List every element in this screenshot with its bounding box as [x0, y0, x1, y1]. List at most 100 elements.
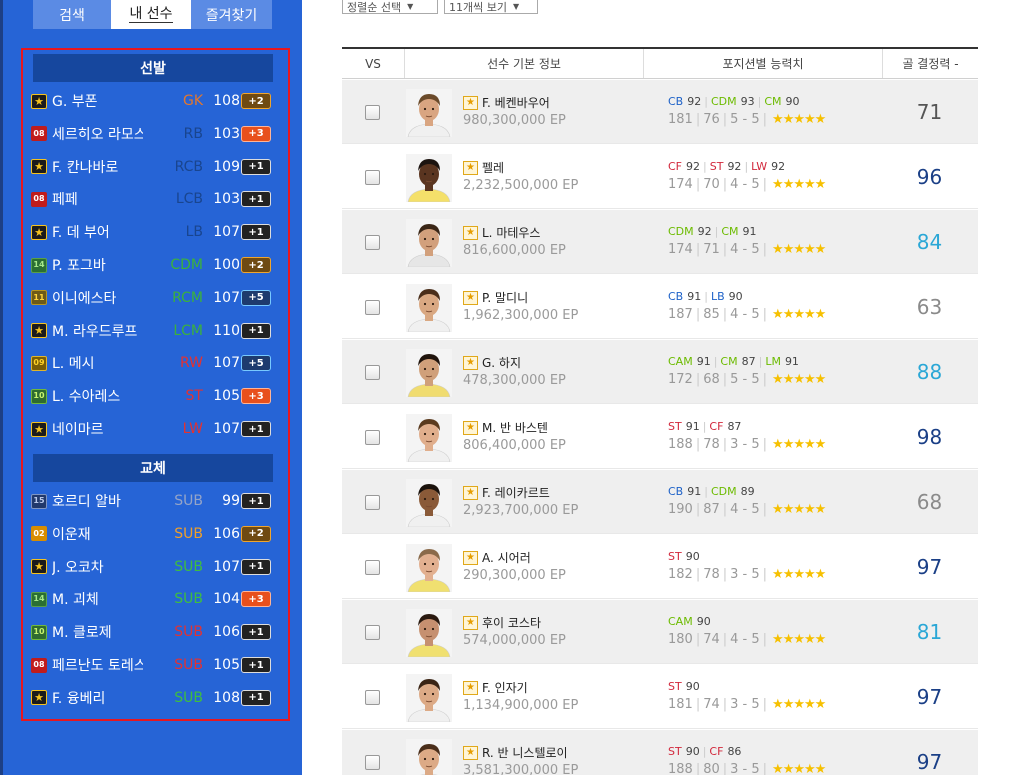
divider: | — [722, 502, 728, 517]
table-row[interactable]: ★ A. 시어러 290,300,000 EP ST 90 182 | 78 | 3 - 5 | ★★… — [342, 535, 978, 599]
star-icon: ★ — [463, 225, 478, 240]
player-price: 816,600,000 EP — [463, 243, 566, 258]
player-name-line[interactable]: ★ A. 시어러 — [463, 549, 566, 566]
chevron-down-icon: ▼ — [407, 2, 414, 11]
table-row[interactable]: ★ R. 반 니스텔로이 3,581,300,000 EP ST 90 | CF 86 188 |… — [342, 730, 978, 775]
tab-favorites[interactable]: 즐겨찾기 — [191, 0, 272, 29]
squad-player-row[interactable]: ★ F. 데 부어 LB 107 +1 — [31, 221, 271, 243]
squad-player-row[interactable]: ★ F. 칸나바로 RCB 109 +1 — [31, 156, 271, 178]
table-row[interactable]: ★ 후이 코스타 574,000,000 EP CAM 90 180 | 74 | 4 - 5 | ★… — [342, 600, 978, 664]
chevron-down-icon: ▼ — [512, 2, 520, 11]
squad-player-row[interactable]: 02 이운재 SUB 106 +2 — [31, 523, 271, 545]
player-name-line[interactable]: ★ 후이 코스타 — [463, 614, 566, 631]
squad-player-row[interactable]: ★ M. 라우드루프 LCM 110 +1 — [31, 320, 271, 342]
sort-select[interactable]: 정렬순 선택 ▼ — [342, 0, 438, 14]
squad-player-row[interactable]: 09 L. 메시 RW 107 +5 — [31, 352, 271, 374]
squad-player-row[interactable]: 10 L. 수아레스 ST 105 +3 — [31, 385, 271, 407]
star-rating-icon: ★★★★★ — [772, 372, 826, 387]
player-name-line[interactable]: ★ P. 말디니 — [463, 289, 578, 306]
position-rating: 91 — [687, 485, 702, 498]
upgrade-badge: +2 — [241, 525, 271, 542]
compare-checkbox[interactable] — [365, 560, 380, 575]
table-row[interactable]: ★ F. 레이카르트 2,923,700,000 EP CB 91 | CDM 89 190 | 8… — [342, 470, 978, 534]
squad-player-row[interactable]: 10 M. 클로제 SUB 106 +1 — [31, 621, 271, 643]
skill-weakfoot: 5 - 5 — [730, 112, 760, 127]
skill-weakfoot: 4 - 5 — [730, 502, 760, 517]
divider: | — [695, 762, 701, 775]
squad-player-row[interactable]: 08 페페 LCB 103 +1 — [31, 188, 271, 210]
compare-checkbox[interactable] — [365, 105, 380, 120]
position-rating: 93 — [740, 95, 755, 108]
divider: | — [704, 290, 708, 303]
table-row[interactable]: ★ F. 인자기 1,134,900,000 EP ST 90 181 | 74 | 3 - 5 |… — [342, 665, 978, 729]
compare-checkbox[interactable] — [365, 430, 380, 445]
tab-search[interactable]: 검색 — [33, 0, 111, 29]
squad-player-row[interactable]: ★ F. 융베리 SUB 108 +1 — [31, 687, 271, 709]
compare-checkbox[interactable] — [365, 235, 380, 250]
header-finishing[interactable]: 골 결정력 - — [883, 49, 978, 78]
squad-player-row[interactable]: 15 호르디 알바 SUB 99 +1 — [31, 490, 271, 512]
divider: | — [762, 177, 768, 192]
player-name: F. 인자기 — [482, 681, 528, 695]
season-badge: 14 — [31, 591, 47, 607]
position-code: CM — [764, 95, 782, 108]
header-position-stats: 포지션별 능력치 — [644, 49, 883, 78]
squad-player-row[interactable]: 14 P. 포그바 CDM 100 +2 — [31, 254, 271, 276]
player-ovr: 105 — [213, 388, 240, 405]
squad-player-row[interactable]: ★ 네이마르 LW 107 +1 — [31, 418, 271, 440]
divider: | — [762, 112, 768, 127]
player-basic-info: ★ F. 레이카르트 2,923,700,000 EP — [463, 484, 578, 518]
upgrade-badge: +1 — [241, 558, 271, 575]
player-name-line[interactable]: ★ F. 베켄바우어 — [463, 94, 566, 111]
table-row[interactable]: ★ M. 반 바스텐 806,400,000 EP ST 91 | CF 87 188 | 78 | 3… — [342, 405, 978, 469]
player-name-line[interactable]: ★ R. 반 니스텔로이 — [463, 744, 578, 761]
squad-player-row[interactable]: 11 이니에스타 RCM 107 +5 — [31, 287, 271, 309]
player-name-line[interactable]: ★ F. 인자기 — [463, 679, 578, 696]
skill-weakfoot: 3 - 5 — [730, 762, 760, 775]
compare-checkbox[interactable] — [365, 690, 380, 705]
count-select[interactable]: 11개씩 보기 ▼ — [444, 0, 538, 14]
divider: | — [722, 762, 728, 775]
position-stats: CB 91 | LB 90 187 | 85 | 4 - 5 | ★★★★★ — [668, 290, 826, 322]
squad-player-row[interactable]: 08 세르히오 라모스 RB 103 +3 — [31, 123, 271, 145]
compare-checkbox[interactable] — [365, 170, 380, 185]
compare-checkbox[interactable] — [365, 495, 380, 510]
upgrade-badge: +1 — [241, 624, 271, 641]
divider: | — [702, 420, 707, 433]
player-price: 290,300,000 EP — [463, 568, 566, 583]
squad-player-row[interactable]: 14 M. 괴체 SUB 104 +3 — [31, 588, 271, 610]
divider: | — [703, 160, 707, 173]
table-row[interactable]: ★ L. 마테우스 816,600,000 EP CDM 92 | CM 91 174 | 71 | 4… — [342, 210, 978, 274]
table-row[interactable]: ★ F. 베켄바우어 980,300,000 EP CB 92 | CDM 93 | CM 90 18… — [342, 80, 978, 144]
player-name-line[interactable]: ★ F. 레이카르트 — [463, 484, 578, 501]
player-price: 980,300,000 EP — [463, 113, 566, 128]
compare-checkbox[interactable] — [365, 300, 380, 315]
position-rating: 92 — [727, 160, 742, 173]
player-name-line[interactable]: ★ M. 반 바스텐 — [463, 419, 566, 436]
skill-weakfoot: 3 - 5 — [730, 697, 760, 712]
player-name: 펠레 — [482, 161, 505, 175]
player-name: F. 융베리 — [52, 690, 106, 707]
position-ratings: CB 92 | CDM 93 | CM 90 — [668, 95, 825, 108]
player-name: J. 오코차 — [52, 559, 104, 576]
player-name-line[interactable]: ★ G. 하지 — [463, 354, 566, 371]
compare-checkbox[interactable] — [365, 365, 380, 380]
player-name: R. 반 니스텔로이 — [482, 746, 568, 760]
position-code: CM — [720, 355, 738, 368]
squad-player-row[interactable]: ★ J. 오코차 SUB 107 +1 — [31, 556, 271, 578]
player-weight: 70 — [703, 177, 720, 192]
table-row[interactable]: ★ 펠레 2,232,500,000 EP CF 92 | ST 92 | LW 92 174 | 70 |… — [342, 145, 978, 209]
table-row[interactable]: ★ P. 말디니 1,962,300,000 EP CB 91 | LB 90 187 | 85 | 4… — [342, 275, 978, 339]
squad-player-row[interactable]: 08 페르난도 토레스 SUB 105 +1 — [31, 654, 271, 676]
star-rating-icon: ★★★★★ — [772, 632, 826, 647]
table-row[interactable]: ★ G. 하지 478,300,000 EP CAM 91 | CM 87 | LM 91 172 | 6… — [342, 340, 978, 404]
compare-checkbox[interactable] — [365, 755, 380, 770]
position-code: CB — [668, 485, 684, 498]
player-name-line[interactable]: ★ 펠레 — [463, 159, 578, 176]
tab-my-players[interactable]: 내 선수 — [111, 0, 191, 29]
player-face-image — [406, 479, 452, 527]
squad-player-row[interactable]: ★ G. 부폰 GK 108 +2 — [31, 90, 271, 112]
compare-checkbox[interactable] — [365, 625, 380, 640]
player-name-line[interactable]: ★ L. 마테우스 — [463, 224, 566, 241]
player-price: 574,000,000 EP — [463, 633, 566, 648]
